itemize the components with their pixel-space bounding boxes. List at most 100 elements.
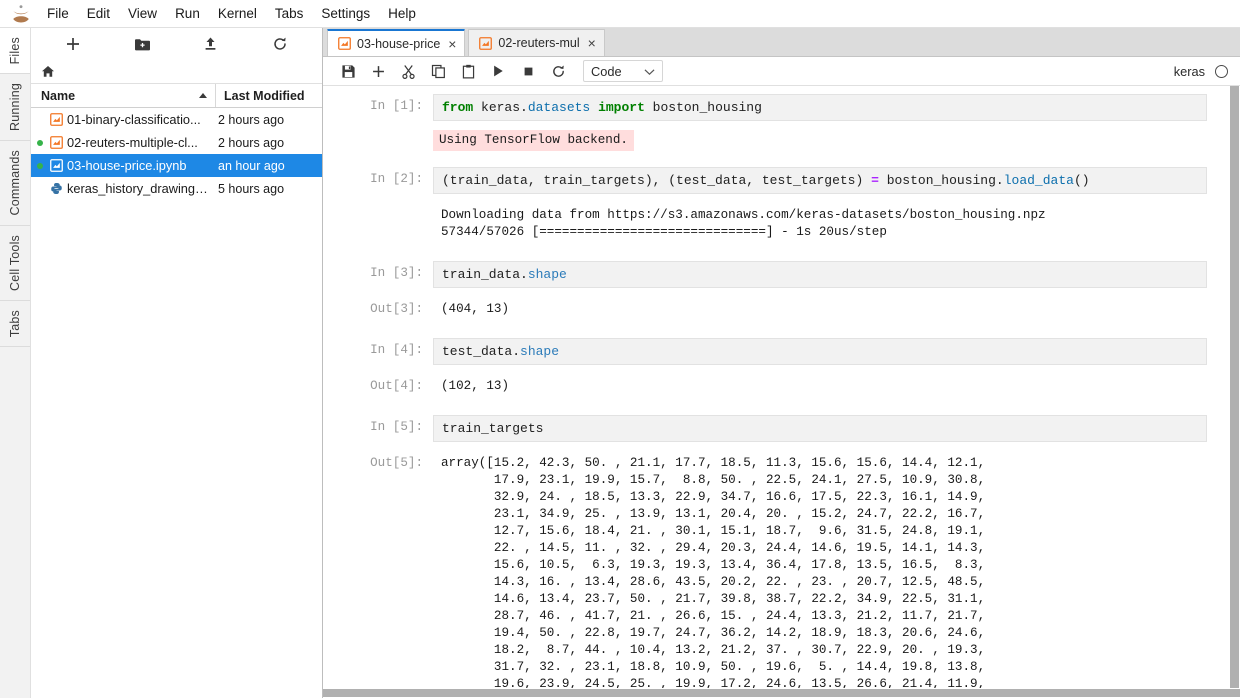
sidebar-tab-commands[interactable]: Commands xyxy=(0,141,30,226)
file-list-item[interactable]: 01-binary-classificatio...2 hours ago xyxy=(31,108,322,131)
cell-output: Out[3]:(404, 13) xyxy=(323,297,1227,322)
run-cell-button[interactable] xyxy=(483,59,513,83)
menu-tabs[interactable]: Tabs xyxy=(266,2,313,25)
insert-cell-button[interactable] xyxy=(363,59,393,83)
horizontal-scrollbar[interactable] xyxy=(323,688,1240,698)
jupyterlab-window: FileEditViewRunKernelTabsSettingsHelp Fi… xyxy=(0,0,1240,698)
jupyter-logo-icon xyxy=(4,1,38,27)
notebook-cell[interactable]: In [1]:from keras.datasets import boston… xyxy=(323,94,1227,121)
sidebar-tab-tabs[interactable]: Tabs xyxy=(0,301,30,347)
close-icon[interactable]: × xyxy=(444,37,460,51)
result-output: (102, 13) xyxy=(433,374,1207,399)
stderr-output: Using TensorFlow backend. xyxy=(433,130,634,151)
cell-type-dropdown[interactable]: Code xyxy=(583,60,663,82)
cell-input-prompt: In [1]: xyxy=(323,94,433,113)
notebook-tab[interactable]: 03-house-price × xyxy=(327,29,465,56)
file-list-item[interactable]: 03-house-price.ipynban hour ago xyxy=(31,154,322,177)
notebook-cell[interactable]: In [3]:train_data.shape xyxy=(323,261,1227,288)
cell-editor[interactable]: train_data.shape xyxy=(433,261,1207,288)
code-token: () xyxy=(1074,173,1090,188)
cell-spacer xyxy=(323,194,1227,203)
menu-settings[interactable]: Settings xyxy=(312,2,379,25)
cell-editor[interactable]: train_targets xyxy=(433,415,1207,442)
sidebar-tab-running[interactable]: Running xyxy=(0,74,30,141)
notebook-tab-label: 03-house-price xyxy=(357,37,440,51)
home-icon[interactable] xyxy=(41,65,55,78)
cell-output-prompt: Out[3]: xyxy=(323,297,433,316)
sidebar-tab-files[interactable]: Files xyxy=(0,28,30,74)
menu-edit[interactable]: Edit xyxy=(78,2,119,25)
menu-bar: FileEditViewRunKernelTabsSettingsHelp xyxy=(0,0,1240,28)
menu-view[interactable]: View xyxy=(119,2,166,25)
column-header-name[interactable]: Name xyxy=(31,84,216,107)
notebook-toolbar: Code keras xyxy=(323,57,1240,86)
new-folder-button[interactable] xyxy=(108,31,177,57)
cell-output-body: (102, 13) xyxy=(433,374,1227,399)
cut-cell-button[interactable] xyxy=(393,59,423,83)
result-output: array([15.2, 42.3, 50. , 21.1, 17.7, 18.… xyxy=(433,451,1207,688)
file-list-item[interactable]: 02-reuters-multiple-cl...2 hours ago xyxy=(31,131,322,154)
kernel-name-label: keras xyxy=(1174,64,1205,79)
cell-editor[interactable]: (train_data, train_targets), (test_data,… xyxy=(433,167,1207,194)
cell-output-prompt: Out[5]: xyxy=(323,451,433,470)
menu-items-container: FileEditViewRunKernelTabsSettingsHelp xyxy=(38,2,425,25)
notebook-icon xyxy=(45,136,67,149)
notebook-icon xyxy=(45,113,67,126)
notebook-scroll-wrapper: In [1]:from keras.datasets import boston… xyxy=(323,86,1240,688)
file-list-item[interactable]: keras_history_drawing_...5 hours ago xyxy=(31,177,322,200)
notebook-cell[interactable]: In [5]:train_targets xyxy=(323,415,1227,442)
kernel-idle-icon[interactable] xyxy=(1215,65,1228,78)
sort-ascending-icon xyxy=(199,93,207,98)
cell-spacer xyxy=(323,151,1227,167)
menu-run[interactable]: Run xyxy=(166,2,209,25)
code-token: datasets xyxy=(528,100,590,115)
stdout-output: Downloading data from https://s3.amazona… xyxy=(433,203,1207,245)
main-dock-area: 03-house-price×02-reuters-mul× xyxy=(323,28,1240,698)
cell-body: from keras.datasets import boston_housin… xyxy=(433,94,1227,121)
sidebar-tab-cell-tools[interactable]: Cell Tools xyxy=(0,226,30,301)
kernel-running-dot-icon xyxy=(35,140,45,146)
cell-output-prompt xyxy=(323,203,433,208)
menu-kernel[interactable]: Kernel xyxy=(209,2,266,25)
code-token xyxy=(590,100,598,115)
code-token: train_targets xyxy=(442,421,543,436)
cell-output: Downloading data from https://s3.amazona… xyxy=(323,203,1227,245)
file-list-header: Name Last Modified xyxy=(31,84,322,108)
column-header-last-modified-label: Last Modified xyxy=(224,89,305,103)
menu-help[interactable]: Help xyxy=(379,2,425,25)
code-token: boston_housing xyxy=(645,100,762,115)
notebook-cell[interactable]: In [4]:test_data.shape xyxy=(323,338,1227,365)
notebook-tab[interactable]: 02-reuters-mul× xyxy=(468,29,604,56)
file-list-item-modified: 2 hours ago xyxy=(218,136,322,150)
cell-spacer xyxy=(323,245,1227,261)
cell-editor[interactable]: test_data.shape xyxy=(433,338,1207,365)
copy-cell-button[interactable] xyxy=(423,59,453,83)
cell-output-prompt: Out[4]: xyxy=(323,374,433,393)
chevron-down-icon xyxy=(644,64,655,79)
cell-output-prompt xyxy=(323,130,433,135)
cell-editor[interactable]: from keras.datasets import boston_housin… xyxy=(433,94,1207,121)
notebook-icon xyxy=(477,37,493,50)
paste-cell-button[interactable] xyxy=(453,59,483,83)
vertical-scrollbar[interactable] xyxy=(1227,86,1240,688)
code-token: (train_data, train_targets), (test_data,… xyxy=(442,173,871,188)
refresh-button[interactable] xyxy=(245,31,314,57)
column-header-name-label: Name xyxy=(41,89,75,103)
notebook-cells-container: In [1]:from keras.datasets import boston… xyxy=(323,86,1227,688)
restart-kernel-button[interactable] xyxy=(543,59,573,83)
file-list-item-modified: 5 hours ago xyxy=(218,182,322,196)
cell-body: test_data.shape xyxy=(433,338,1227,365)
new-launcher-button[interactable] xyxy=(39,31,108,57)
notebook-icon xyxy=(336,37,352,50)
close-icon[interactable]: × xyxy=(584,36,600,50)
interrupt-kernel-button[interactable] xyxy=(513,59,543,83)
menu-file[interactable]: File xyxy=(38,2,78,25)
notebook-cell[interactable]: In [2]:(train_data, train_targets), (tes… xyxy=(323,167,1227,194)
upload-button[interactable] xyxy=(177,31,246,57)
file-list-item-name: 03-house-price.ipynb xyxy=(67,158,218,173)
save-button[interactable] xyxy=(333,59,363,83)
vertical-scrollbar-thumb[interactable] xyxy=(1230,86,1239,688)
result-output: (404, 13) xyxy=(433,297,1207,322)
horizontal-scrollbar-thumb[interactable] xyxy=(323,689,1240,697)
column-header-last-modified[interactable]: Last Modified xyxy=(216,84,322,107)
